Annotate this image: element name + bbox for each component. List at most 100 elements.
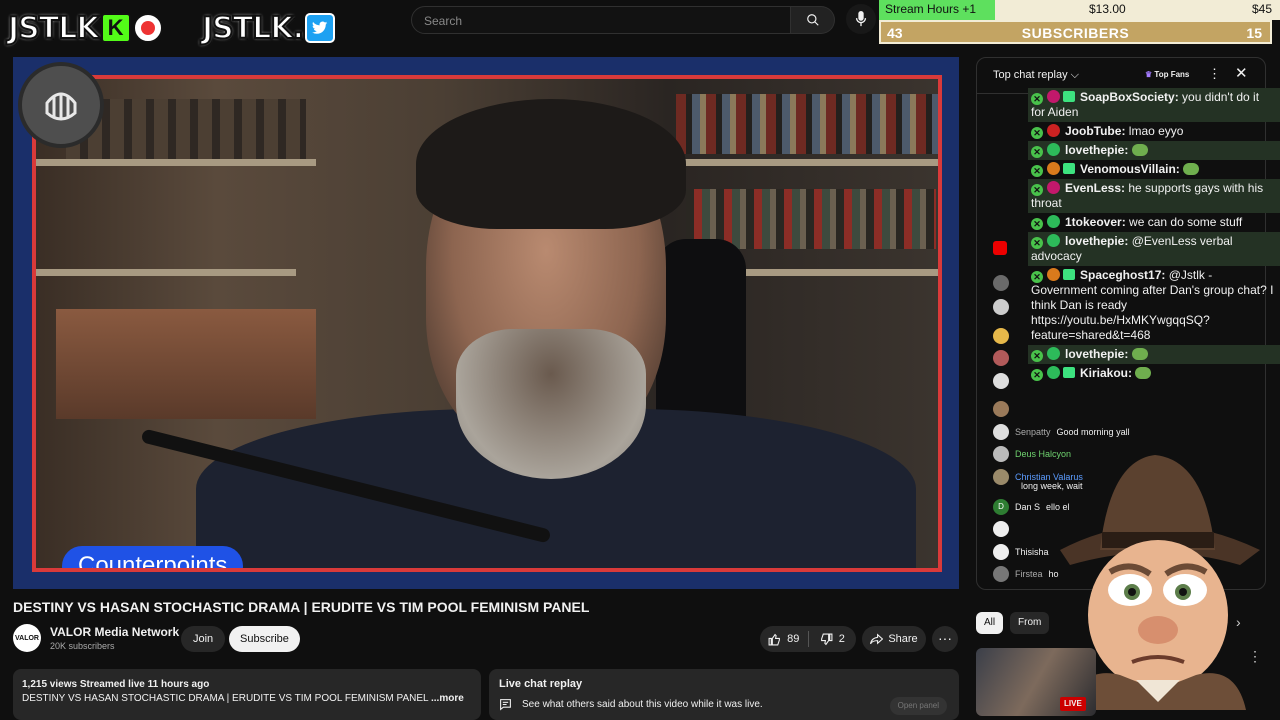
overlay-chat-username: lovethepie: xyxy=(1065,143,1129,157)
subscribe-button[interactable]: Subscribe xyxy=(229,626,300,652)
overlay-chat-message: ✕ EvenLess: he supports gays with his thr… xyxy=(1028,179,1280,213)
open-panel-button[interactable]: Open panel xyxy=(889,697,947,715)
user-badge-icon xyxy=(1047,162,1060,175)
overlay-chat-message: ✕ VenomousVillain: xyxy=(1028,160,1280,179)
mod-check-icon: ✕ xyxy=(1031,218,1043,230)
chat-mode-dropdown[interactable]: Top chat replay ⌵ xyxy=(993,69,1079,82)
video-player[interactable]: Counterpoints xyxy=(13,57,959,589)
overlay-chat-message: ✕ lovethepie: xyxy=(1028,345,1280,364)
thumbs-up-icon xyxy=(768,633,781,645)
overlay-chat-username: lovethepie: xyxy=(1065,234,1129,248)
channel-name[interactable]: VALOR Media Network xyxy=(50,625,179,639)
chevron-right-icon[interactable]: › xyxy=(1236,614,1241,630)
voice-search-button[interactable] xyxy=(846,4,876,34)
subscribers-goal-bar: 43 SUBSCRIBERS 15 xyxy=(879,20,1272,44)
mod-check-icon: ✕ xyxy=(1031,271,1043,283)
more-vert-icon[interactable]: ⋮ xyxy=(1248,648,1262,665)
mod-check-icon: ✕ xyxy=(1031,165,1043,177)
gift-icon xyxy=(1063,91,1075,102)
overlay-chat-message: ✕ SoapBoxSociety: you didn't do it for Ai… xyxy=(1028,88,1280,122)
avatar xyxy=(993,275,1009,291)
chat-message xyxy=(993,373,1009,389)
search-button[interactable] xyxy=(791,6,835,34)
subs-label: SUBSCRIBERS xyxy=(1021,25,1130,41)
video-title: DESTINY VS HASAN STOCHASTIC DRAMA | ERUD… xyxy=(13,599,590,615)
avatar xyxy=(993,350,1009,366)
live-badge: LIVE xyxy=(1060,697,1086,711)
avatar xyxy=(993,373,1009,389)
emote-icon xyxy=(1183,163,1200,175)
dislike-button[interactable]: 2 xyxy=(809,626,857,652)
user-badge-icon xyxy=(1047,347,1060,360)
like-dislike-group: 89 2 xyxy=(760,626,856,652)
subs-goal: 15 xyxy=(1246,25,1262,41)
thumbs-down-icon xyxy=(820,633,833,645)
emote-icon xyxy=(1135,367,1152,379)
person-hair xyxy=(416,99,686,229)
mod-check-icon: ✕ xyxy=(1031,93,1043,105)
overlay-chat-text: lmao eyyo xyxy=(1128,124,1184,138)
live-chat-replay-subtitle: See what others said about this video wh… xyxy=(522,699,763,710)
search-input[interactable]: Search xyxy=(411,6,791,34)
user-badge-icon xyxy=(1047,143,1060,156)
chat-message xyxy=(993,401,1009,417)
logo-text: JSTLK. xyxy=(201,10,305,47)
avatar xyxy=(993,566,1009,582)
overlay-chat-message: ✕ lovethepie: @EvenLess verbal advocacy xyxy=(1028,232,1280,266)
avatar xyxy=(993,521,1009,537)
user-badge-icon xyxy=(1047,124,1060,137)
stream-amount-goal: $45 xyxy=(1251,2,1272,16)
overlay-chat-username: lovethepie: xyxy=(1065,347,1129,361)
description-box[interactable]: 1,215 views Streamed live 11 hours ago D… xyxy=(13,669,481,720)
like-button[interactable]: 89 xyxy=(760,626,808,652)
video-meta: 1,215 views Streamed live 11 hours ago xyxy=(22,679,210,690)
top-fans-button[interactable]: ♛ Top Fans xyxy=(1145,70,1189,79)
share-button[interactable]: Share xyxy=(862,626,926,652)
mod-check-icon: ✕ xyxy=(1031,127,1043,139)
overlay-chat: ✕ SoapBoxSociety: you didn't do it for Ai… xyxy=(1028,88,1280,383)
mod-check-icon: ✕ xyxy=(1031,146,1043,158)
gift-icon xyxy=(1063,163,1075,174)
mod-check-icon: ✕ xyxy=(1031,350,1043,362)
channel-avatar[interactable]: VALOR xyxy=(13,624,41,652)
gift-icon xyxy=(1063,367,1075,378)
stream-amount-current: $13.00 xyxy=(1089,2,1126,16)
avatar xyxy=(993,299,1009,315)
live-chat-replay-box: Live chat replay See what others said ab… xyxy=(489,669,959,720)
description-text: DESTINY VS HASAN STOCHASTIC DRAMA | ERUD… xyxy=(22,693,464,704)
overlay-chat-username: Spaceghost17: xyxy=(1080,268,1166,282)
overlay-chat-text: @EvenLess verbal advocacy xyxy=(1031,234,1233,263)
share-label: Share xyxy=(888,633,918,645)
chat-message xyxy=(993,328,1009,344)
user-badge-icon xyxy=(1047,181,1060,194)
kick-icon: K xyxy=(100,13,131,43)
counterpoints-logo-icon xyxy=(18,62,104,148)
youtube-icon xyxy=(993,241,1007,255)
user-badge-icon xyxy=(1047,366,1060,379)
overlay-chat-username: VenomousVillain: xyxy=(1080,162,1180,176)
overlay-chat-message: ✕ JoobTube: lmao eyyo xyxy=(1028,122,1280,141)
more-actions-button[interactable]: ··· xyxy=(932,626,958,652)
chat-message xyxy=(993,299,1009,315)
search-icon xyxy=(806,14,819,26)
join-button[interactable]: Join xyxy=(181,626,226,652)
like-count: 89 xyxy=(787,633,800,645)
emote-icon xyxy=(1131,348,1148,360)
avatar xyxy=(993,544,1009,560)
chip-from[interactable]: From xyxy=(1010,612,1050,634)
video-frame: Counterpoints xyxy=(32,75,942,572)
stream-hours-label: Stream Hours +1 xyxy=(885,2,977,16)
emote-icon xyxy=(1131,144,1148,156)
overlay-chat-username: EvenLess: xyxy=(1065,181,1126,195)
chat-menu-icon[interactable]: ⋮ xyxy=(1208,66,1221,82)
chip-all[interactable]: All xyxy=(976,612,1004,634)
chat-message xyxy=(993,241,1007,255)
record-icon xyxy=(132,13,163,43)
overlay-chat-username: 1tokeover: xyxy=(1065,215,1126,229)
stream-hours-bar: Stream Hours +1 $13.00 $45 xyxy=(879,0,1280,20)
mod-check-icon: ✕ xyxy=(1031,184,1043,196)
overlay-chat-username: JoobTube: xyxy=(1065,124,1126,138)
show-more-link[interactable]: ...more xyxy=(431,693,464,704)
close-chat-icon[interactable]: ✕ xyxy=(1235,64,1248,82)
overlay-chat-message: ✕ Spaceghost17: @Jstlk - Government comin… xyxy=(1028,266,1280,345)
